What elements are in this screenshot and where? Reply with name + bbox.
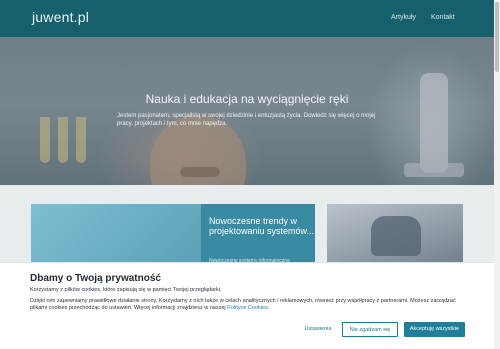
nav-link-articles[interactable]: Artykuły — [391, 14, 416, 21]
article-card-title[interactable]: Nowoczesne trendy w projektowaniu system… — [209, 216, 315, 236]
cookie-reject-button[interactable]: Nie zgadzam się — [342, 322, 398, 337]
site-logo[interactable]: juwent.pl — [32, 9, 89, 25]
cookie-banner-title: Dbamy o Twoją prywatność — [30, 273, 161, 284]
hero-overlay — [0, 37, 494, 185]
site-header: juwent.pl Artykuły Kontakt — [0, 0, 494, 37]
article-card-image — [371, 216, 421, 256]
hero-banner: Nauka i edukacja na wyciągnięcie ręki Je… — [0, 37, 494, 185]
hero-title: Nauka i edukacja na wyciągnięcie ręki — [145, 92, 349, 106]
cookie-banner-details: Dzięki nim zapewniamy prawidłowe działan… — [30, 298, 470, 312]
cookie-settings-button[interactable]: Ustawienia — [296, 322, 340, 337]
page-scrollbar-thumb[interactable] — [495, 2, 499, 72]
cookie-banner-text: Korzystamy z plików cookies, które zapis… — [30, 287, 222, 293]
cookie-consent-banner: Dbamy o Twoją prywatność Korzystamy z pl… — [0, 262, 494, 349]
nav-link-contact[interactable]: Kontakt — [431, 14, 455, 21]
cookie-policy-link[interactable]: Polityce Cookies. — [227, 305, 269, 311]
hero-subtitle: Jestem pasjonatem, specjalistą w swojej … — [117, 113, 376, 127]
cookie-accept-all-button[interactable]: Akceptuję wszystkie — [404, 322, 465, 337]
